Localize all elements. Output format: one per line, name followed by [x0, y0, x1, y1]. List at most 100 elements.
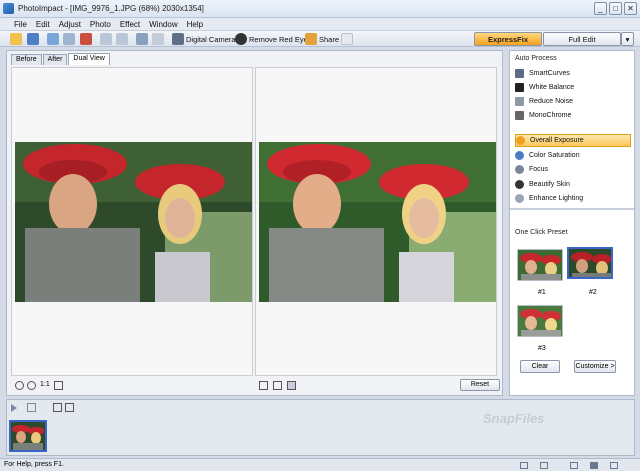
status-text: For Help, press F1. — [4, 461, 64, 468]
split-view-icon[interactable] — [273, 381, 282, 390]
before-photo[interactable] — [15, 142, 252, 302]
focus-item[interactable]: Focus — [515, 163, 631, 176]
after-photo[interactable] — [259, 142, 496, 302]
lighting-icon — [515, 194, 524, 203]
workspace: Before After Dual View 1:1 Reset — [6, 50, 503, 396]
fit-window-icon[interactable] — [54, 381, 63, 390]
save-icon[interactable] — [27, 33, 39, 45]
more-icon[interactable] — [341, 33, 353, 45]
scan-icon[interactable] — [47, 33, 59, 45]
crop-icon[interactable] — [259, 381, 268, 390]
preset-3-thumb[interactable] — [517, 305, 563, 337]
color-wheel-icon — [515, 151, 524, 160]
monochrome-item[interactable]: MonoChrome — [515, 109, 631, 122]
compare-icon[interactable] — [287, 381, 296, 390]
close-button[interactable]: ✕ — [624, 2, 637, 15]
tab-before[interactable]: Before — [11, 54, 42, 65]
actual-size-button[interactable]: 1:1 — [40, 381, 50, 388]
preset-2-label: #2 — [589, 289, 597, 296]
open-folder-icon[interactable] — [10, 33, 22, 45]
preset-2-thumb[interactable] — [567, 247, 613, 279]
enhance-lighting-item[interactable]: Enhance Lighting — [515, 192, 631, 205]
smartcurves-item[interactable]: SmartCurves — [515, 67, 631, 80]
customize-button[interactable]: Customize > — [574, 360, 616, 373]
share-button[interactable]: Share — [319, 35, 339, 44]
undo-icon[interactable] — [136, 33, 148, 45]
digital-camera-button[interactable]: Digital Camera — [186, 35, 236, 44]
focus-icon — [515, 165, 524, 174]
menu-edit[interactable]: Edit — [36, 20, 50, 29]
slideshow-icon[interactable] — [27, 403, 36, 412]
one-click-preset-title: One Click Preset — [515, 229, 568, 236]
workspace-bottom-bar: 1:1 Reset — [11, 379, 500, 393]
color-saturation-item[interactable]: Color Saturation — [515, 149, 631, 162]
filmstrip-thumb[interactable] — [9, 420, 47, 452]
beautify-skin-item[interactable]: Beautify Skin — [515, 178, 631, 191]
play-icon[interactable] — [11, 404, 17, 412]
overall-exposure-item[interactable]: Overall Exposure — [515, 134, 631, 147]
status-icon-5 — [610, 462, 618, 469]
window-title: PhotoImpact - [IMG_9976_1.JPG (68%) 2030… — [18, 4, 204, 13]
focus-label: Focus — [529, 166, 549, 173]
title-bar: PhotoImpact - [IMG_9976_1.JPG (68%) 2030… — [0, 0, 640, 18]
toolbar: Digital Camera Remove Red Eye Share Expr… — [0, 31, 640, 47]
clear-button[interactable]: Clear — [520, 360, 560, 373]
after-panel — [255, 67, 497, 376]
print-icon[interactable] — [63, 33, 75, 45]
beautify-skin-label: Beautify Skin — [529, 181, 570, 188]
status-icon-1 — [520, 462, 528, 469]
remove-red-eye-button[interactable]: Remove Red Eye — [249, 35, 308, 44]
remove-red-eye-icon — [235, 33, 247, 45]
menu-effect[interactable]: Effect — [120, 20, 140, 29]
face-icon — [515, 180, 524, 189]
before-panel — [11, 67, 253, 376]
preset-3-label: #3 — [538, 345, 546, 352]
zoom-in-icon[interactable] — [15, 381, 24, 390]
menu-bar: File Edit Adjust Photo Effect Window Hel… — [0, 18, 640, 31]
expressfix-panel: Auto Process SmartCurves White Balance R… — [509, 50, 635, 396]
preset-1-thumb[interactable] — [517, 249, 563, 281]
tool-icon[interactable] — [53, 403, 62, 412]
monochrome-label: MonoChrome — [529, 112, 572, 119]
auto-process-title: Auto Process — [515, 55, 557, 62]
status-bar: For Help, press F1. — [0, 458, 640, 471]
reduce-noise-label: Reduce Noise — [529, 98, 573, 105]
maximize-button[interactable]: □ — [609, 2, 622, 15]
monochrome-icon — [515, 111, 524, 120]
menu-photo[interactable]: Photo — [90, 20, 111, 29]
redo-icon[interactable] — [152, 33, 164, 45]
sun-icon — [516, 136, 525, 145]
color-saturation-label: Color Saturation — [529, 152, 580, 159]
menu-help[interactable]: Help — [187, 20, 203, 29]
reset-button[interactable]: Reset — [460, 379, 500, 391]
preset-1-label: #1 — [538, 289, 546, 296]
white-balance-item[interactable]: White Balance — [515, 81, 631, 94]
tab-dual-view[interactable]: Dual View — [68, 53, 110, 65]
minimize-button[interactable]: _ — [594, 2, 607, 15]
tab-after[interactable]: After — [42, 54, 68, 65]
layers-icon[interactable] — [65, 403, 74, 412]
paste-icon[interactable] — [116, 33, 128, 45]
reduce-noise-item[interactable]: Reduce Noise — [515, 95, 631, 108]
watermark: SnapFiles — [483, 411, 545, 426]
capture-icon[interactable] — [80, 33, 92, 45]
menu-file[interactable]: File — [14, 20, 27, 29]
zoom-out-icon[interactable] — [27, 381, 36, 390]
digital-camera-icon — [172, 33, 184, 45]
status-icon-4 — [590, 462, 598, 469]
view-tabs: Before After Dual View — [11, 53, 111, 65]
menu-window[interactable]: Window — [149, 20, 177, 29]
enhance-lighting-label: Enhance Lighting — [529, 195, 584, 202]
app-icon — [3, 3, 14, 14]
copy-icon[interactable] — [100, 33, 112, 45]
white-balance-label: White Balance — [529, 84, 575, 91]
menu-adjust[interactable]: Adjust — [59, 20, 81, 29]
smartcurves-label: SmartCurves — [529, 70, 570, 77]
tab-fulledit[interactable]: Full Edit — [543, 32, 621, 46]
chevron-down-icon[interactable]: ▾ — [621, 32, 634, 46]
tab-expressfix[interactable]: ExpressFix — [474, 32, 542, 46]
share-icon — [305, 33, 317, 45]
panel-divider — [510, 208, 634, 210]
status-icon-2 — [540, 462, 548, 469]
status-icon-3 — [570, 462, 578, 469]
